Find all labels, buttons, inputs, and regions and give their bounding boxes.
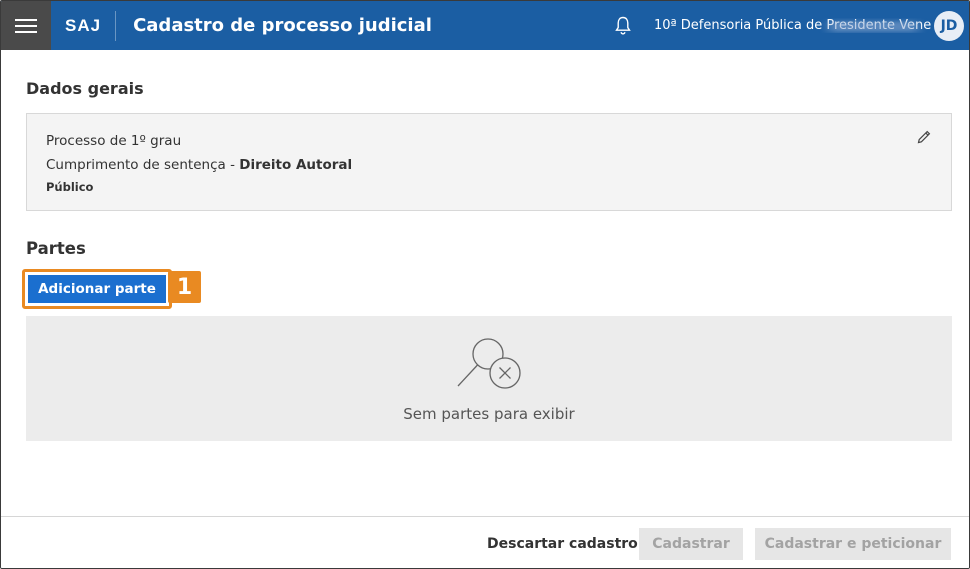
discard-button[interactable]: Descartar cadastro (485, 528, 640, 560)
partes-title: Partes (26, 239, 86, 258)
dados-gerais-card: Processo de 1º grau Cumprimento de sente… (26, 113, 952, 211)
search-not-found-icon (454, 338, 524, 394)
dados-gerais-title: Dados gerais (26, 79, 144, 98)
edit-pencil-icon[interactable] (916, 129, 932, 145)
register-and-petition-button[interactable]: Cadastrar e peticionar (755, 528, 951, 560)
parties-empty-state: Sem partes para exibir (26, 316, 952, 441)
user-avatar[interactable]: JD (934, 10, 964, 41)
form-footer: Descartar cadastro Cadastrar Cadastrar e… (1, 516, 969, 568)
top-bar: SAJ Cadastro de processo judicial 10ª De… (1, 1, 969, 50)
step-number-badge: 1 (168, 271, 201, 303)
notification-bell-icon[interactable] (613, 15, 633, 37)
highlight-frame: Adicionar parte (22, 269, 172, 309)
hamburger-menu-icon[interactable] (1, 1, 51, 50)
register-button[interactable]: Cadastrar (639, 528, 743, 560)
process-visibility: Público (46, 180, 94, 194)
organization-selector[interactable]: 10ª Defensoria Pública de Presidente Ven… (654, 18, 934, 33)
add-party-button[interactable]: Adicionar parte (28, 275, 166, 303)
brand-logo[interactable]: SAJ (51, 10, 117, 41)
empty-state-message: Sem partes para exibir (403, 405, 575, 423)
process-class: Cumprimento de sentença - Direito Autora… (46, 157, 353, 173)
page-title: Cadastro de processo judicial (133, 15, 432, 36)
process-subject: Direito Autoral (239, 157, 353, 173)
process-grau: Processo de 1º grau (46, 133, 182, 149)
app-window: SAJ Cadastro de processo judicial 10ª De… (0, 0, 970, 569)
